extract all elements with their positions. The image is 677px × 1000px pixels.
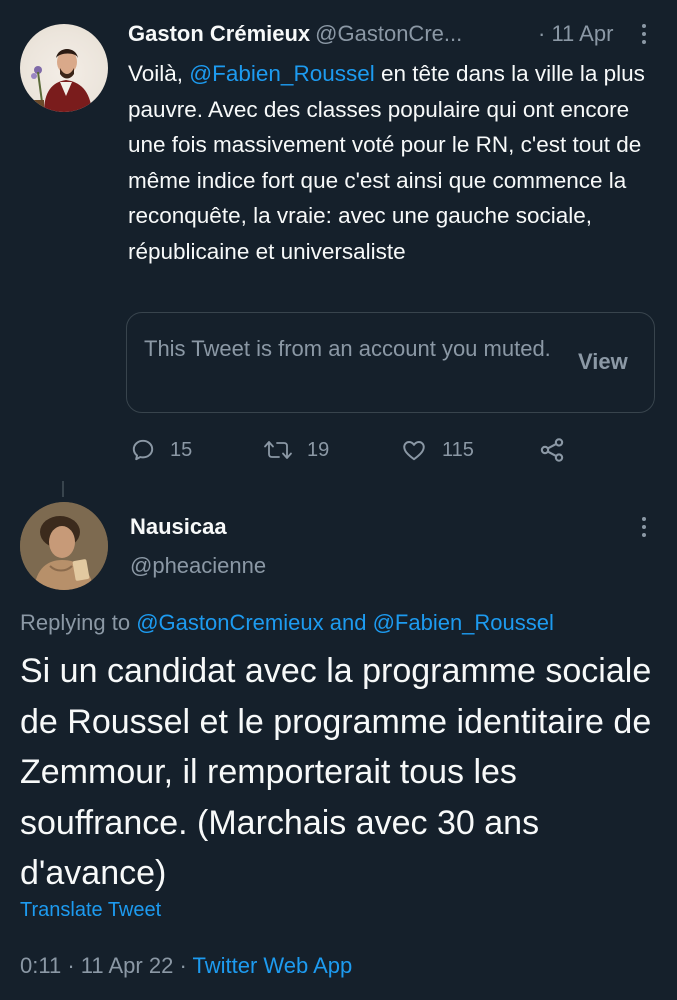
tweet2-source[interactable]: Twitter Web App [193,953,353,978]
tweet1-date[interactable]: · 11 Apr [538,21,613,47]
tweet1-author-name[interactable]: Gaston Crémieux [128,21,310,46]
view-button[interactable]: View [578,349,628,375]
replying-user-fabien[interactable]: @Fabien_Roussel [373,610,554,635]
replying-prefix: Replying to [20,610,131,635]
like-icon [403,441,425,461]
tweet1-author-handle[interactable]: @GastonCre... [315,21,462,46]
replying-to: Replying to @GastonCremieux and @Fabien_… [20,610,554,636]
tweet2-time[interactable]: 0:11 [20,953,61,978]
portrait-image [20,502,108,590]
retweet-icon [264,441,292,459]
tweet1-text-after: en tête dans la ville la plus pauvre. Av… [128,61,645,264]
tweet2-text: Si un candidat avec la programme sociale… [20,652,652,893]
reply-icon [132,439,154,461]
retweet-count: 19 [307,438,330,461]
more-options-icon[interactable] [640,24,648,44]
thread-connector [62,481,64,497]
translate-tweet-link[interactable]: Translate Tweet [20,899,161,922]
muted-notice: This Tweet is from an account you muted. [144,336,551,361]
tweet2-author-handle[interactable]: @pheacienne [130,553,266,579]
like-count: 115 [442,438,474,461]
reply-count: 15 [170,438,193,461]
tweet1-header: Gaston Crémieux @GastonCre... [128,21,462,47]
meta-separator: · [67,953,75,978]
meta-separator: · [179,953,187,978]
tweet2-author-name[interactable]: Nausicaa [130,514,227,540]
reply-button[interactable]: 15 [130,437,192,463]
more-options-icon[interactable] [640,517,648,537]
replying-and: and [329,610,367,635]
tweet1-text-before: Voilà, [128,61,190,86]
like-button[interactable]: 115 [400,437,474,463]
share-button[interactable] [538,436,566,464]
tweet1-text: Voilà, @Fabien_Roussel en tête dans la v… [128,56,648,270]
portrait-image [31,49,92,112]
avatar-nausicaa[interactable] [20,502,108,590]
retweet-button[interactable]: 19 [263,437,329,463]
tweet1-mention[interactable]: @Fabien_Roussel [189,61,374,86]
tweet2-date[interactable]: 11 Apr 22 [81,953,174,978]
tweet2-metadata: 0:11 · 11 Apr 22 · Twitter Web App [20,953,352,979]
share-icon [540,438,564,462]
replying-user-gaston[interactable]: @GastonCremieux [136,610,323,635]
avatar-gaston[interactable] [20,24,108,112]
